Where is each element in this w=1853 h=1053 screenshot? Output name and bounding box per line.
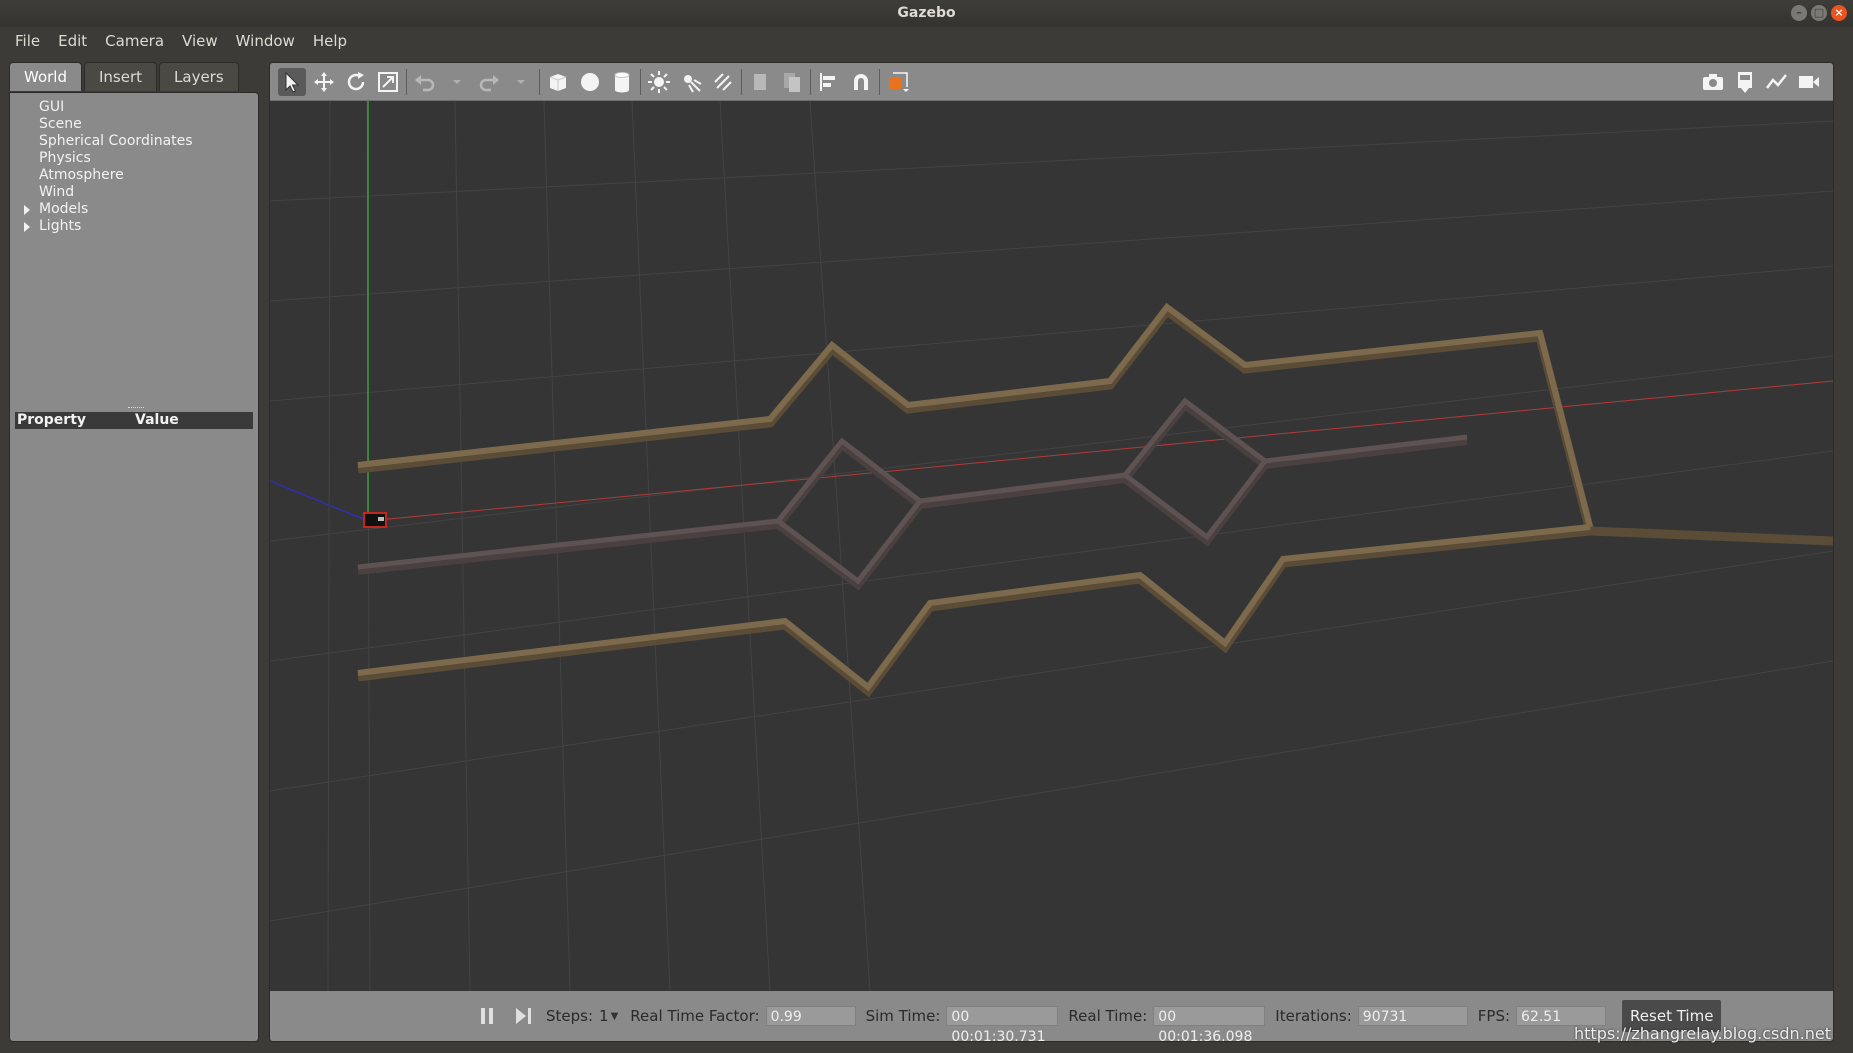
menu-view[interactable]: View — [173, 32, 227, 50]
left-panel: World Insert Layers GUI Scene Spherical … — [9, 62, 260, 1042]
iterations-field: 90731 — [1357, 1006, 1468, 1026]
steps-dropdown-icon[interactable]: ▼ — [611, 1011, 619, 1022]
real-time-label: Real Time: — [1068, 1007, 1148, 1025]
tree-item-physics[interactable]: Physics — [10, 150, 258, 167]
tree-item-label: Spherical Coordinates — [39, 133, 193, 149]
undo-dropdown-icon[interactable] — [443, 68, 471, 96]
tree-item-atmosphere[interactable]: Atmosphere — [10, 167, 258, 184]
window-title: Gazebo — [897, 5, 956, 21]
plot-icon[interactable] — [1763, 68, 1791, 96]
toolbar-separator — [539, 68, 540, 95]
steps-label: Steps: — [546, 1007, 594, 1025]
step-icon[interactable] — [510, 1002, 538, 1030]
tree-item-gui[interactable]: GUI — [10, 99, 258, 116]
world-panel: GUI Scene Spherical Coordinates Physics … — [9, 92, 259, 1042]
tree-item-label: Physics — [39, 150, 91, 166]
menu-camera[interactable]: Camera — [96, 32, 173, 50]
property-column-header: Property — [17, 412, 87, 428]
translate-icon[interactable] — [310, 68, 338, 96]
menu-bar: File Edit Camera View Window Help — [0, 27, 1853, 54]
watermark-text: https://zhangrelay.blog.csdn.net — [1574, 1024, 1831, 1043]
toolbar — [270, 63, 1833, 101]
panel-tabs: World Insert Layers — [9, 62, 260, 92]
tab-layers[interactable]: Layers — [159, 62, 239, 91]
rtf-label: Real Time Factor: — [630, 1007, 760, 1025]
directional-light-icon[interactable] — [709, 68, 737, 96]
tree-item-spherical-coordinates[interactable]: Spherical Coordinates — [10, 133, 258, 150]
tree-item-wind[interactable]: Wind — [10, 184, 258, 201]
pause-icon[interactable] — [474, 1002, 502, 1030]
close-button[interactable]: × — [1831, 5, 1847, 21]
ground-grid — [270, 101, 1833, 991]
iterations-label: Iterations: — [1275, 1007, 1352, 1025]
main-frame: Steps: 1 ▼ Real Time Factor: 0.99 Sim Ti… — [269, 62, 1834, 1042]
tree-item-label: Scene — [39, 116, 82, 132]
align-icon[interactable] — [815, 68, 843, 96]
menu-help[interactable]: Help — [304, 32, 356, 50]
steps-value[interactable]: 1 — [599, 1007, 609, 1025]
view-angle-icon[interactable] — [884, 68, 912, 96]
world-axes — [270, 101, 1833, 522]
tree-item-lights[interactable]: Lights — [10, 218, 258, 235]
minimize-button[interactable]: – — [1791, 5, 1807, 21]
toolbar-separator — [879, 68, 880, 95]
robot-car[interactable] — [363, 512, 387, 528]
select-arrow-icon[interactable] — [278, 67, 306, 96]
spot-light-icon[interactable] — [677, 68, 705, 96]
maximize-button[interactable]: □ — [1811, 5, 1827, 21]
property-table-header: Property Value — [15, 412, 253, 429]
toolbar-separator — [810, 68, 811, 95]
3d-viewport[interactable] — [270, 101, 1833, 991]
tree-item-label: Wind — [39, 184, 75, 200]
menu-window[interactable]: Window — [227, 32, 304, 50]
video-record-icon[interactable] — [1795, 68, 1823, 96]
panel-splitter-handle[interactable] — [128, 407, 144, 411]
scale-icon[interactable] — [374, 68, 402, 96]
cylinder-shape-icon[interactable] — [608, 68, 636, 96]
box-shape-icon[interactable] — [544, 68, 572, 96]
rotate-icon[interactable] — [342, 68, 370, 96]
toolbar-separator — [640, 68, 641, 95]
sim-time-field: 00 00:01:30.731 — [946, 1006, 1059, 1041]
redo-dropdown-icon[interactable] — [507, 68, 535, 96]
tree-item-label: Models — [39, 201, 89, 217]
tab-world[interactable]: World — [9, 62, 82, 91]
tree-item-label: Atmosphere — [39, 167, 124, 183]
title-bar: Gazebo – □ × — [0, 0, 1853, 27]
screenshot-camera-icon[interactable] — [1699, 68, 1727, 96]
redo-icon[interactable] — [475, 68, 503, 96]
real-time-field: 00 00:01:36.098 — [1153, 1006, 1266, 1041]
tree-item-models[interactable]: Models — [10, 201, 258, 218]
menu-file[interactable]: File — [6, 32, 49, 50]
sphere-shape-icon[interactable] — [576, 68, 604, 96]
scene-render[interactable] — [270, 101, 1833, 991]
paste-icon[interactable] — [778, 68, 806, 96]
expand-arrow-icon[interactable] — [24, 205, 30, 215]
point-light-icon[interactable] — [645, 68, 673, 96]
toolbar-separator — [406, 68, 407, 95]
rtf-field: 0.99 — [765, 1006, 856, 1026]
copy-icon[interactable] — [746, 68, 774, 96]
value-column-header: Value — [135, 412, 179, 428]
toolbar-separator — [741, 68, 742, 95]
expand-arrow-icon[interactable] — [24, 222, 30, 232]
tree-item-label: GUI — [39, 99, 65, 115]
fps-label: FPS: — [1477, 1007, 1511, 1025]
fps-field: 62.51 — [1516, 1006, 1607, 1026]
undo-icon[interactable] — [411, 68, 439, 96]
tab-insert[interactable]: Insert — [84, 62, 158, 91]
sim-time-label: Sim Time: — [865, 1007, 941, 1025]
menu-edit[interactable]: Edit — [49, 32, 96, 50]
snap-magnet-icon[interactable] — [847, 68, 875, 96]
log-icon[interactable] — [1731, 68, 1759, 96]
outer-walls — [357, 302, 1833, 698]
tree-item-label: Lights — [39, 218, 82, 234]
world-tree: GUI Scene Spherical Coordinates Physics … — [10, 99, 258, 235]
tree-item-scene[interactable]: Scene — [10, 116, 258, 133]
